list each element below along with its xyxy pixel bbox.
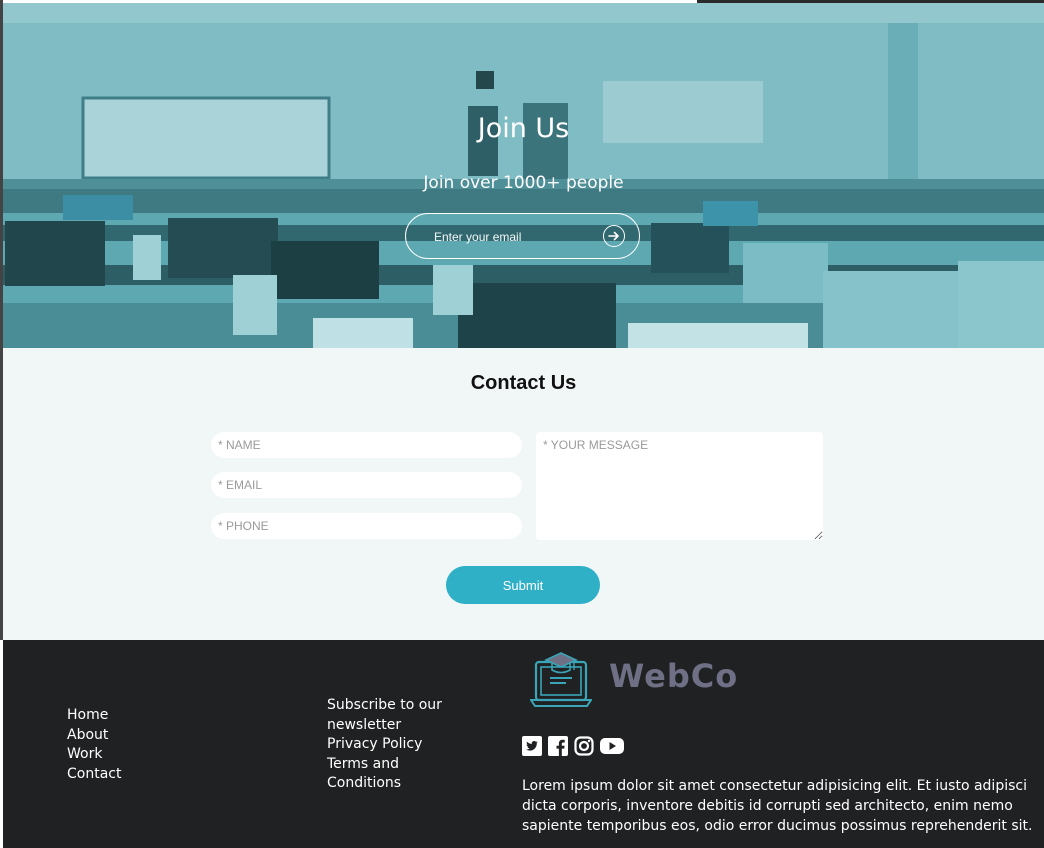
footer-link-about[interactable]: About — [67, 727, 108, 743]
name-field[interactable] — [211, 432, 522, 458]
footer-nav: Home About Work Contact — [67, 706, 121, 784]
message-field[interactable] — [536, 432, 823, 540]
footer-link-newsletter[interactable]: Subscribe to our newsletter — [327, 697, 442, 733]
footer-link-privacy[interactable]: Privacy Policy — [327, 736, 422, 752]
laptop-graduation-cap-logo-icon — [530, 652, 592, 707]
brand-name: WebCo — [609, 657, 739, 695]
submit-button[interactable]: Submit — [446, 566, 600, 604]
join-hero: Join Us Join over 1000+ people — [3, 3, 1044, 348]
footer-link-contact[interactable]: Contact — [67, 766, 121, 782]
newsletter-email-form — [405, 213, 640, 259]
newsletter-submit-button[interactable] — [603, 225, 625, 247]
contact-title: Contact Us — [470, 372, 577, 394]
footer: Home About Work Contact Subscribe to our… — [3, 640, 1044, 848]
hero-title: Join Us — [477, 113, 570, 144]
hero-subtitle: Join over 1000+ people — [423, 173, 624, 193]
twitter-icon[interactable] — [522, 736, 542, 760]
instagram-icon[interactable] — [574, 736, 594, 760]
footer-link-terms[interactable]: Terms and Conditions — [327, 756, 401, 792]
social-links — [522, 736, 624, 760]
footer-secondary-nav: Subscribe to our newsletter Privacy Poli… — [327, 696, 457, 794]
arrow-right-icon — [608, 231, 619, 241]
newsletter-email-input[interactable] — [432, 226, 596, 248]
email-field[interactable] — [211, 472, 522, 498]
footer-about-text: Lorem ipsum dolor sit amet consectetur a… — [522, 778, 1033, 834]
facebook-icon[interactable] — [548, 736, 568, 760]
youtube-icon[interactable] — [600, 736, 624, 760]
phone-field[interactable] — [211, 513, 522, 539]
footer-link-home[interactable]: Home — [67, 707, 108, 723]
footer-link-work[interactable]: Work — [67, 746, 102, 762]
contact-section: Contact Us Submit — [3, 348, 1044, 640]
